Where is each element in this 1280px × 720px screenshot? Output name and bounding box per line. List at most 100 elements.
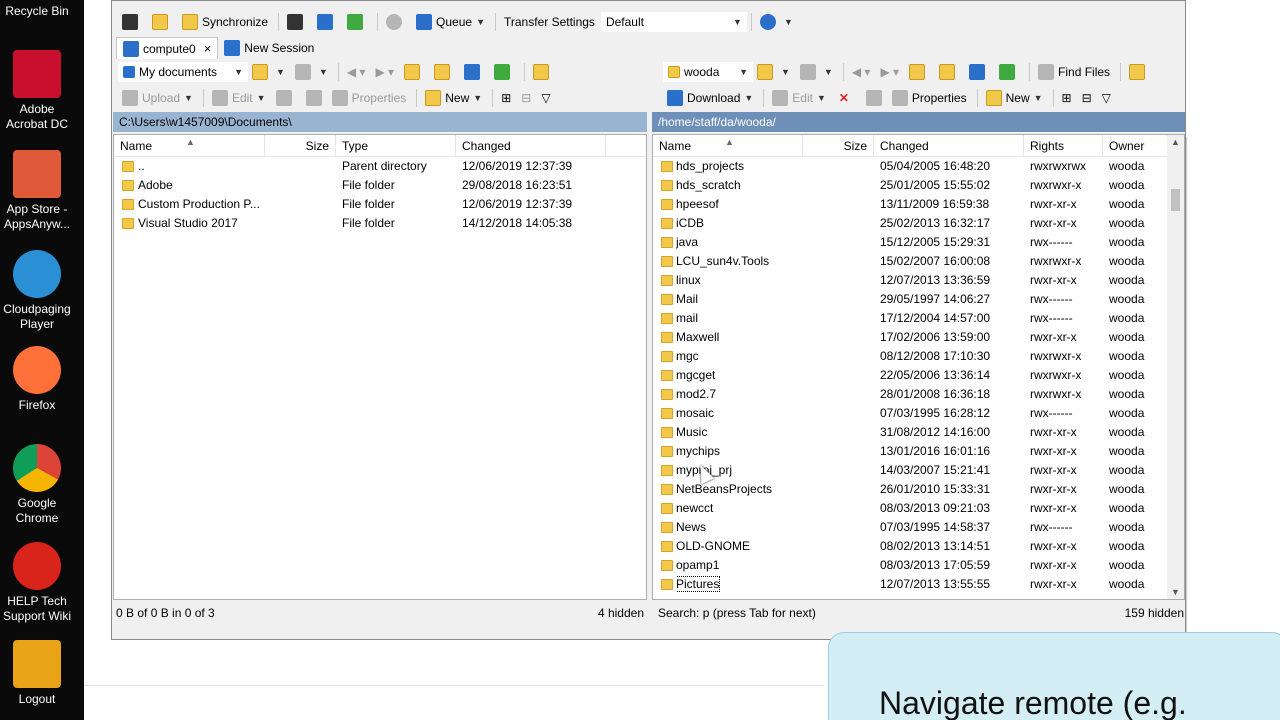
find-files-button[interactable]: Find Files bbox=[1034, 61, 1114, 83]
home-icon[interactable] bbox=[460, 61, 488, 83]
queue-button[interactable]: Queue ▼ bbox=[412, 11, 489, 33]
scrollbar-thumb[interactable] bbox=[1171, 189, 1180, 211]
column-name[interactable]: Name ▲ bbox=[653, 135, 803, 157]
select-all-icon[interactable]: ⊞ bbox=[1058, 87, 1076, 109]
table-row[interactable]: Visual Studio 2017 File folder 14/12/201… bbox=[114, 214, 646, 233]
column-changed[interactable]: Changed bbox=[874, 135, 1024, 157]
desktop-item-cloudpaging[interactable]: Cloudpaging Player bbox=[0, 250, 74, 332]
parent-folder-icon[interactable] bbox=[400, 61, 428, 83]
desktop-item-acrobat[interactable]: Adobe Acrobat DC bbox=[0, 50, 74, 132]
new-button[interactable]: New ▼ bbox=[982, 87, 1047, 109]
table-row[interactable]: mgc 08/12/2008 17:10:30 rwxrwxr-x wooda bbox=[653, 347, 1184, 366]
rename-icon[interactable] bbox=[302, 87, 326, 109]
left-location-select[interactable]: My documents ▼ bbox=[118, 62, 248, 82]
right-file-panel[interactable]: Name ▲ Size Changed Rights Owner hds_proj… bbox=[652, 134, 1185, 600]
right-scrollbar[interactable]: ▲ ▼ bbox=[1167, 135, 1184, 599]
upload-button[interactable]: Upload ▼ bbox=[118, 87, 197, 109]
edit-button[interactable]: Edit ▼ bbox=[768, 87, 830, 109]
desktop-item-firefox[interactable]: Firefox bbox=[0, 346, 74, 413]
table-row[interactable]: OLD-GNOME 08/02/2013 13:14:51 rwxr-xr-x woo… bbox=[653, 537, 1184, 556]
desktop-item-app-store[interactable]: App Store - AppsAnyw... bbox=[0, 150, 74, 232]
home-icon[interactable] bbox=[965, 61, 993, 83]
compare-icon[interactable] bbox=[313, 11, 341, 33]
column-name[interactable]: Name ▲ bbox=[114, 135, 265, 157]
refresh-icon[interactable] bbox=[995, 61, 1023, 83]
table-row[interactable]: Music 31/08/2012 14:16:00 rwxr-xr-x wooda bbox=[653, 423, 1184, 442]
refresh-icon[interactable] bbox=[490, 61, 518, 83]
close-icon[interactable]: × bbox=[204, 41, 212, 56]
deselect-icon[interactable]: ⊟ bbox=[1078, 87, 1096, 109]
open-folder-icon[interactable]: ▼ bbox=[753, 61, 794, 83]
table-row[interactable]: myproj_prj 14/03/2007 15:21:41 rwxr-xr-x wo… bbox=[653, 461, 1184, 480]
delete-icon[interactable]: ✕ bbox=[832, 87, 860, 109]
globe-icon[interactable]: ▼ bbox=[756, 11, 797, 33]
tab-compute0[interactable]: compute0 × bbox=[116, 37, 219, 59]
filter-icon[interactable]: ▼ bbox=[291, 61, 332, 83]
left-path-bar[interactable]: C:\Users\w1457009\Documents\ bbox=[113, 112, 647, 132]
table-row[interactable]: iCDB 25/02/2013 16:32:17 rwxr-xr-x wooda bbox=[653, 214, 1184, 233]
download-button[interactable]: Download ▼ bbox=[663, 87, 757, 109]
column-type[interactable]: Type bbox=[336, 135, 456, 157]
table-row[interactable]: hds_scratch 25/01/2005 15:55:02 rwxrwxr-x w… bbox=[653, 176, 1184, 195]
column-owner[interactable]: Owner bbox=[1103, 135, 1169, 157]
column-size[interactable]: Size bbox=[803, 135, 874, 157]
filter-icon[interactable]: ▽ bbox=[1098, 87, 1115, 109]
right-path-bar[interactable]: /home/staff/da/wooda/ bbox=[652, 112, 1185, 132]
refresh-icon[interactable] bbox=[343, 11, 371, 33]
table-row[interactable]: newcct 08/03/2013 09:21:03 rwxr-xr-x wooda bbox=[653, 499, 1184, 518]
desktop-item-help[interactable]: HELP Tech Support Wiki bbox=[0, 542, 74, 624]
folder-icon[interactable] bbox=[148, 11, 176, 33]
tree-icon[interactable] bbox=[529, 61, 557, 83]
table-row[interactable]: mychips 13/01/2016 16:01:16 rwxr-xr-x wooda bbox=[653, 442, 1184, 461]
table-row[interactable]: .. Parent directory 12/06/2019 12:37:39 bbox=[114, 157, 646, 176]
left-file-panel[interactable]: Name ▲ Size Type Changed .. Parent direct… bbox=[113, 134, 647, 600]
desktop-item-logout[interactable]: Logout bbox=[0, 640, 74, 707]
column-size[interactable]: Size bbox=[265, 135, 336, 157]
open-folder-icon[interactable]: ▼ bbox=[248, 61, 289, 83]
column-changed[interactable]: Changed bbox=[456, 135, 606, 157]
gear-icon[interactable] bbox=[382, 11, 410, 33]
terminal-icon[interactable] bbox=[283, 11, 311, 33]
table-row[interactable]: Mail 29/05/1997 14:06:27 rwx------ wooda bbox=[653, 290, 1184, 309]
root-folder-icon[interactable] bbox=[430, 61, 458, 83]
synchronize-button[interactable]: Synchronize bbox=[178, 11, 272, 33]
scroll-down-icon[interactable]: ▼ bbox=[1167, 587, 1184, 597]
new-session-icon[interactable] bbox=[118, 11, 146, 33]
table-row[interactable]: linux 12/07/2013 13:36:59 rwxr-xr-x wooda bbox=[653, 271, 1184, 290]
filter-icon[interactable]: ▽ bbox=[537, 87, 554, 109]
select-all-icon[interactable]: ⊞ bbox=[497, 87, 515, 109]
tab-new-session[interactable]: New Session bbox=[218, 37, 320, 59]
table-row[interactable]: Custom Production P... File folder 12/06… bbox=[114, 195, 646, 214]
delete-icon[interactable] bbox=[272, 87, 300, 109]
properties-button[interactable]: Properties bbox=[328, 87, 411, 109]
table-row[interactable]: mgcget 22/05/2006 13:36:14 rwxrwxr-x wooda bbox=[653, 366, 1184, 385]
desktop-item-chrome[interactable]: Google Chrome bbox=[0, 444, 74, 526]
deselect-icon[interactable]: ⊟ bbox=[517, 87, 535, 109]
table-row[interactable]: Adobe File folder 29/08/2018 16:23:51 bbox=[114, 176, 646, 195]
parent-folder-icon[interactable] bbox=[905, 61, 933, 83]
scroll-up-icon[interactable]: ▲ bbox=[1167, 137, 1184, 147]
table-row[interactable]: opamp1 08/03/2013 17:05:59 rwxr-xr-x wooda bbox=[653, 556, 1184, 575]
filter-icon[interactable]: ▼ bbox=[796, 61, 837, 83]
table-row[interactable]: java 15/12/2005 15:29:31 rwx------ wooda bbox=[653, 233, 1184, 252]
column-rights[interactable]: Rights bbox=[1024, 135, 1103, 157]
right-location-select[interactable]: wooda ▼ bbox=[663, 62, 753, 82]
root-folder-icon[interactable] bbox=[935, 61, 963, 83]
forward-icon[interactable]: ▶ ▾ bbox=[876, 61, 903, 83]
table-row[interactable]: Pictures 12/07/2013 13:55:55 rwxr-xr-x wood… bbox=[653, 575, 1184, 594]
table-row[interactable]: mod2.7 28/01/2008 16:36:18 rwxrwxr-x wooda bbox=[653, 385, 1184, 404]
forward-icon[interactable]: ▶ ▾ bbox=[371, 61, 398, 83]
table-row[interactable]: mail 17/12/2004 14:57:00 rwx------ wooda bbox=[653, 309, 1184, 328]
table-row[interactable]: NetBeansProjects 26/01/2010 15:33:31 rwxr-… bbox=[653, 480, 1184, 499]
edit-button[interactable]: Edit ▼ bbox=[208, 87, 270, 109]
table-row[interactable]: News 07/03/1995 14:58:37 rwx------ wooda bbox=[653, 518, 1184, 537]
back-icon[interactable]: ◀ ▾ bbox=[848, 61, 875, 83]
back-icon[interactable]: ◀ ▾ bbox=[343, 61, 370, 83]
table-row[interactable]: LCU_sun4v.Tools 15/02/2007 16:00:08 rwxrwx… bbox=[653, 252, 1184, 271]
desktop-item-recycle-bin[interactable]: Recycle Bin bbox=[0, 4, 74, 19]
rename-icon[interactable] bbox=[862, 87, 886, 109]
table-row[interactable]: hds_projects 05/04/2005 16:48:20 rwxrwxrwx… bbox=[653, 157, 1184, 176]
table-row[interactable]: mosaic 07/03/1995 16:28:12 rwx------ wooda bbox=[653, 404, 1184, 423]
tree-icon[interactable] bbox=[1125, 61, 1153, 83]
new-button[interactable]: New ▼ bbox=[421, 87, 486, 109]
